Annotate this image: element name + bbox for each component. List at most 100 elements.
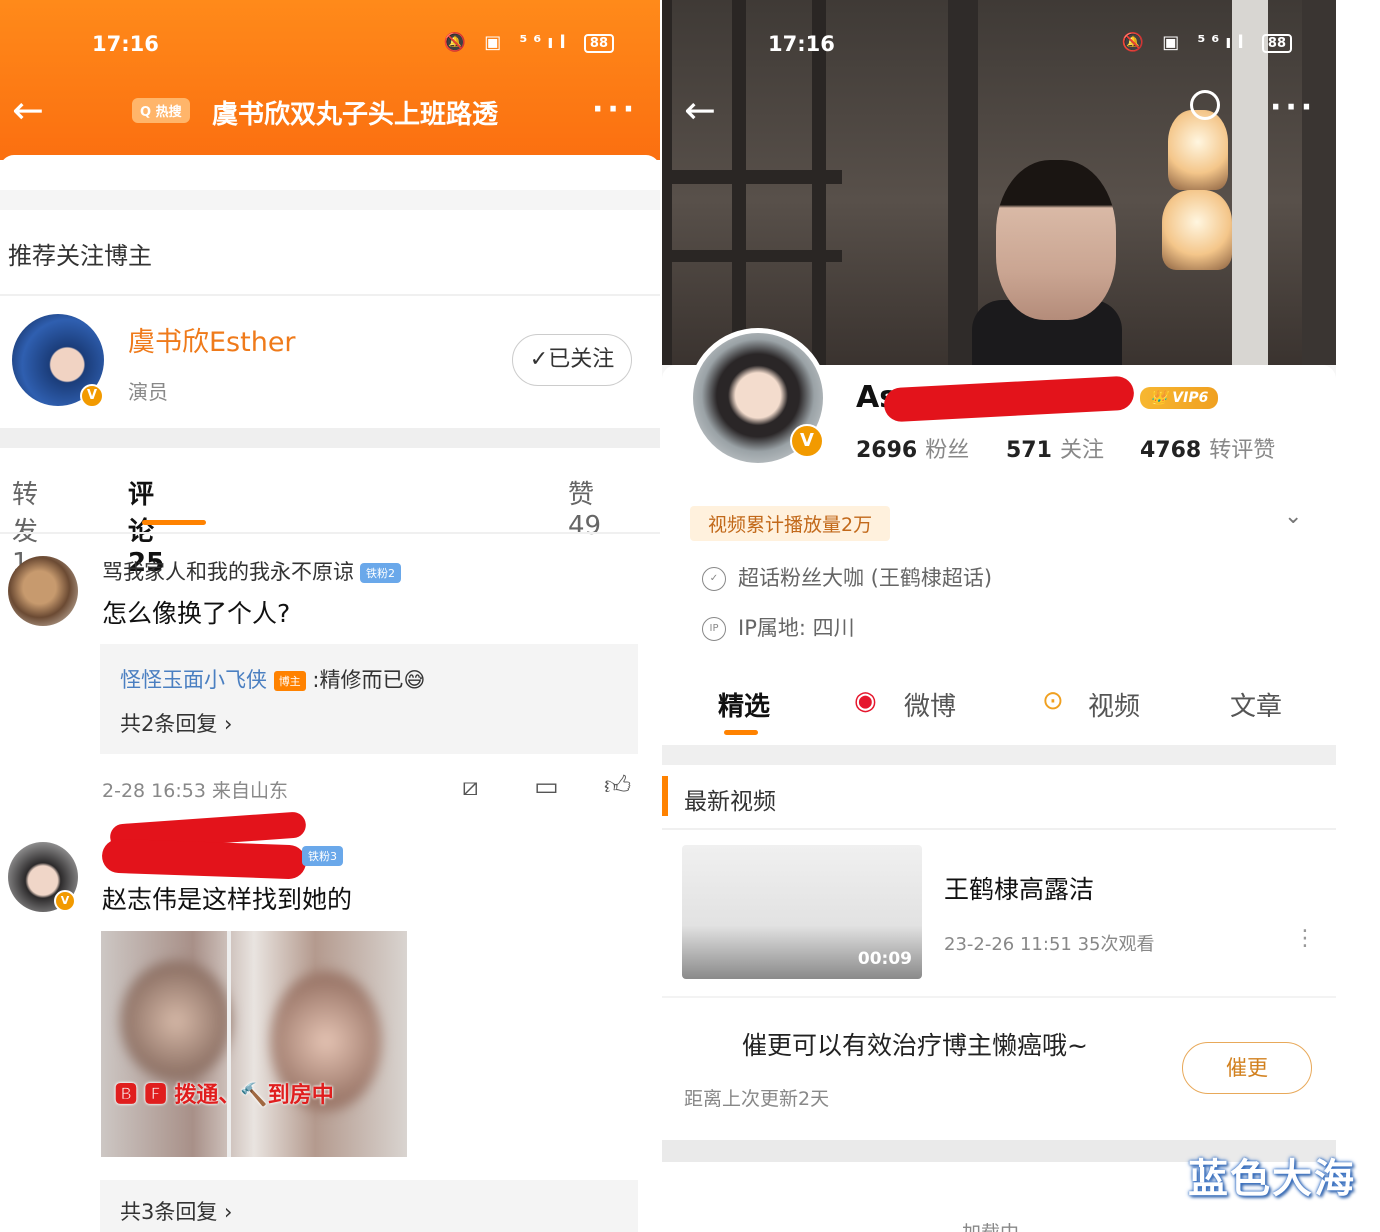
fan-badge: 铁粉2 bbox=[360, 563, 401, 583]
latest-video-title: 最新视频 bbox=[684, 789, 776, 815]
search-icon[interactable] bbox=[1190, 90, 1220, 120]
reply-text: :精修而已😅 bbox=[312, 668, 426, 692]
figure-face bbox=[996, 160, 1116, 320]
divider bbox=[0, 294, 660, 296]
status-icons-text: 🔕 ▣ ⁵⁶ıl bbox=[443, 32, 572, 53]
divider bbox=[662, 828, 1336, 830]
hot-search-badge: Q 热搜 bbox=[132, 98, 190, 123]
repost-icon[interactable]: ⧄ bbox=[462, 772, 479, 803]
ip-location: IP IP属地: 四川 bbox=[702, 612, 855, 642]
author-badge: 博主 bbox=[273, 671, 306, 691]
blurred-figure bbox=[121, 961, 231, 1081]
like-icon[interactable]: 👍︎ bbox=[604, 770, 631, 801]
lamp-light bbox=[1162, 190, 1232, 270]
tab-weibo[interactable]: 微博 bbox=[904, 686, 956, 723]
page-title: 虞书欣双丸子头上班路透 bbox=[212, 100, 499, 130]
status-time: 17:16 bbox=[768, 32, 835, 56]
video-meta: 23-2-26 11:51 35次观看 bbox=[944, 934, 1155, 955]
redaction-scribble bbox=[101, 838, 307, 880]
right-screenshot-panel: 17:16 🔕 ▣ ⁵⁶ıl 88 ← ··· V As 👑 VIP6 2696… bbox=[662, 0, 1336, 1232]
comment-text: 赵志伟是这样找到她的 bbox=[102, 885, 353, 914]
tab-article[interactable]: 文章 bbox=[1230, 686, 1282, 723]
comment-username-text: 骂我家人和我的我永不原谅 bbox=[102, 560, 354, 584]
video-thumbnail[interactable]: 00:09 bbox=[682, 845, 922, 979]
split-divider bbox=[227, 931, 231, 1157]
battery-icon: 88 bbox=[583, 33, 614, 53]
blogger-role: 演员 bbox=[128, 380, 168, 404]
fans-count: 2696 bbox=[856, 438, 918, 463]
fans-label: 粉丝 bbox=[925, 438, 970, 463]
supertopic-info[interactable]: ✓ 超话粉丝大咖 (王鹤棣超话) bbox=[702, 562, 992, 592]
back-arrow-icon[interactable]: ← bbox=[12, 88, 44, 132]
follow-label: 关注 bbox=[1059, 438, 1104, 463]
divider bbox=[662, 745, 1336, 765]
followed-button[interactable]: ✓已关注 bbox=[512, 334, 632, 386]
active-tab-indicator bbox=[142, 520, 206, 525]
supertopic-text: 超话粉丝大咖 (王鹤棣超话) bbox=[738, 566, 993, 590]
interactions-stat[interactable]: 4768 转评赞 bbox=[1140, 432, 1275, 464]
active-tab-indicator bbox=[724, 730, 758, 735]
blogger-name[interactable]: 虞书欣Esther bbox=[128, 320, 296, 359]
back-arrow-icon[interactable]: ← bbox=[684, 88, 716, 132]
loading-text: 加载中 bbox=[962, 1218, 1019, 1232]
watermark: 蓝色大海 bbox=[1188, 1156, 1356, 1202]
comment-username[interactable]: 骂我家人和我的我永不原谅 铁粉2 bbox=[102, 556, 401, 586]
status-icons: 🔕 ▣ ⁵⁶ıl 88 bbox=[444, 32, 614, 53]
weibo-logo-icon: ◉ bbox=[854, 686, 877, 716]
video-more-icon[interactable]: ⋮ bbox=[1294, 926, 1316, 951]
last-update-text: 距离上次更新2天 bbox=[684, 1088, 830, 1110]
lamp-light bbox=[1168, 110, 1228, 190]
divider bbox=[0, 428, 660, 448]
video-duration: 00:09 bbox=[857, 949, 912, 969]
divider bbox=[0, 190, 660, 210]
verified-icon: V bbox=[80, 384, 104, 408]
tab-video[interactable]: 视频 bbox=[1088, 686, 1140, 723]
divider bbox=[0, 532, 660, 534]
reply-username[interactable]: 怪怪玉面小飞侠 bbox=[120, 668, 267, 692]
reply-box[interactable]: 怪怪玉面小飞侠 博主 :精修而已😅 共2条回复 › bbox=[100, 644, 638, 754]
video-thumbnail[interactable]: 🅱 🅵 拨通、🔨到房中 bbox=[101, 931, 407, 1157]
ip-icon: IP bbox=[702, 617, 726, 641]
nudge-text: 催更可以有效治疗博主懒癌哦~ bbox=[742, 1031, 1088, 1060]
fan-badge: 铁粉3 bbox=[302, 846, 343, 866]
commenter-avatar[interactable] bbox=[8, 556, 78, 626]
video-caption: 🅱 🅵 拨通、🔨到房中 bbox=[115, 1083, 334, 1108]
recommend-title: 推荐关注博主 bbox=[8, 242, 152, 270]
topic-header: 17:16 🔕 ▣ ⁵⁶ıl 88 ← Q 热搜 虞书欣双丸子头上班路透 ··· bbox=[0, 0, 660, 160]
verified-icon: V bbox=[790, 424, 824, 458]
follow-stat[interactable]: 571 关注 bbox=[1006, 432, 1104, 464]
play-count-tag: 视频累计播放量2万 bbox=[690, 506, 891, 541]
video-title[interactable]: 王鹤棣高露洁 bbox=[944, 870, 1094, 906]
tab-featured[interactable]: 精选 bbox=[718, 686, 770, 723]
chevron-down-icon[interactable]: ⌄ bbox=[1284, 504, 1302, 529]
battery-icon: 88 bbox=[1261, 33, 1292, 53]
nudge-update-button[interactable]: 催更 bbox=[1182, 1042, 1312, 1094]
interactions-label: 转评赞 bbox=[1209, 438, 1276, 463]
tab-like[interactable]: 赞 49 bbox=[568, 474, 601, 541]
vip-badge: 👑 VIP6 bbox=[1140, 387, 1219, 409]
comment-text: 怎么像换了个人? bbox=[102, 599, 291, 628]
reply-count-link[interactable]: 共3条回复 › bbox=[120, 1196, 232, 1226]
follow-count: 571 bbox=[1006, 438, 1052, 463]
status-icons-text: 🔕 ▣ ⁵⁶ıl bbox=[1121, 32, 1250, 53]
video-logo-icon: ⊙ bbox=[1042, 686, 1064, 716]
more-options-icon[interactable]: ··· bbox=[1270, 90, 1316, 125]
section-marker bbox=[662, 776, 668, 816]
more-options-icon[interactable]: ··· bbox=[592, 92, 638, 127]
profile-cover-image: 17:16 🔕 ▣ ⁵⁶ıl 88 ← ··· bbox=[662, 0, 1336, 365]
window-frame bbox=[662, 250, 842, 262]
divider bbox=[662, 996, 1336, 998]
reply-line: 怪怪玉面小飞侠 博主 :精修而已😅 bbox=[120, 664, 425, 694]
verified-icon: V bbox=[54, 890, 76, 912]
reply-box[interactable]: 共3条回复 › bbox=[100, 1180, 638, 1232]
fans-stat[interactable]: 2696 粉丝 bbox=[856, 432, 969, 464]
status-icons: 🔕 ▣ ⁵⁶ıl 88 bbox=[1122, 32, 1292, 53]
comment-icon[interactable]: ▭ bbox=[534, 772, 559, 802]
window-frame bbox=[662, 170, 842, 184]
ip-text: IP属地: 四川 bbox=[738, 616, 855, 640]
right-margin bbox=[1336, 0, 1380, 1232]
reply-count-link[interactable]: 共2条回复 › bbox=[120, 708, 232, 738]
status-bar: 17:16 🔕 ▣ ⁵⁶ıl 88 bbox=[662, 30, 1336, 60]
interactions-count: 4768 bbox=[1140, 438, 1202, 463]
shield-icon: ✓ bbox=[702, 567, 726, 591]
